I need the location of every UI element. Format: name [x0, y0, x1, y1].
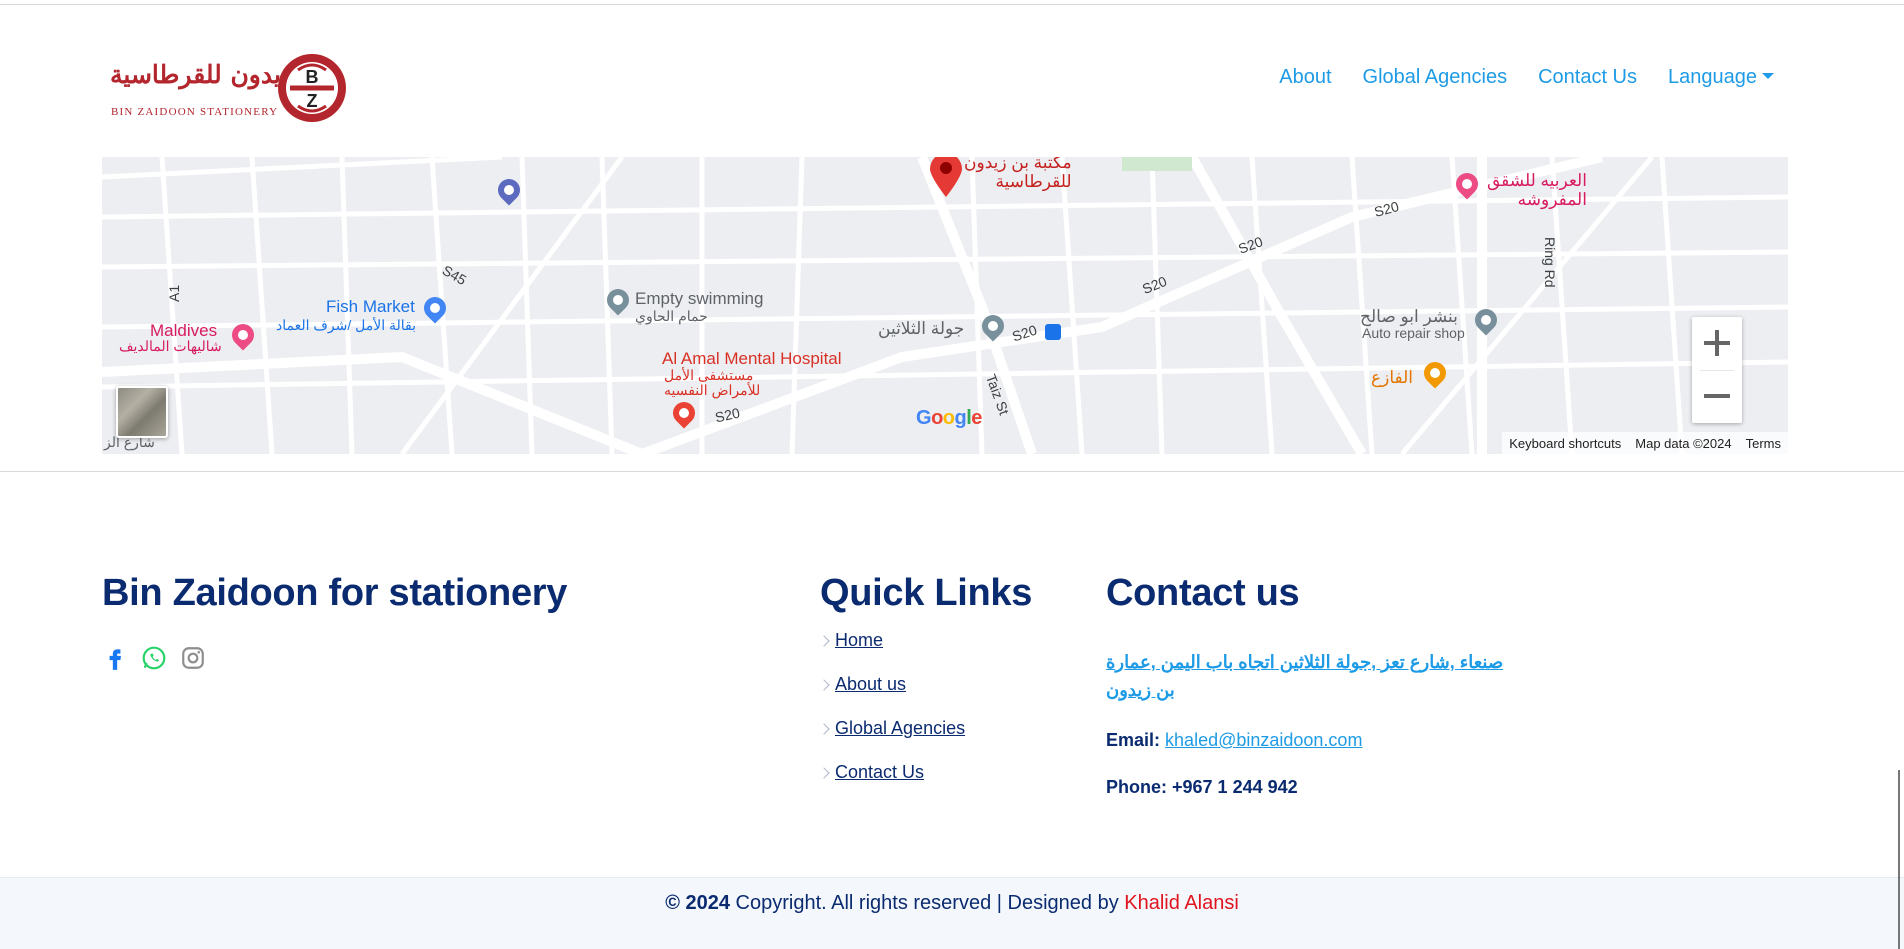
chevron-right-icon — [818, 723, 830, 735]
map-label-maldives-ar: شاليهات المالديف — [119, 338, 222, 354]
map-label-hammam: حمام الحاوي — [635, 308, 708, 324]
list-item: Contact Us — [818, 762, 965, 806]
phone-number: +967 1 244 942 — [1172, 777, 1298, 797]
map-label-al-amal-hospital[interactable]: Al Amal Mental Hospital — [662, 349, 842, 369]
caret-down-icon — [1762, 73, 1774, 80]
logo-letter-b: B — [306, 67, 319, 87]
quick-link-home[interactable]: Home — [835, 630, 883, 651]
map-label-empty-swimming[interactable]: Empty swimming — [635, 289, 763, 309]
site-header: بن زيدون للقرطاسية BIN ZAIDOON STATIONER… — [0, 40, 1904, 140]
logo-english-text: BIN ZAIDOON STATIONERY — [111, 106, 279, 118]
logo-emblem: B Z — [278, 54, 346, 122]
list-item: Global Agencies — [818, 718, 965, 762]
main-nav: About Global Agencies Contact Us Languag… — [1279, 66, 1774, 89]
facebook-icon[interactable] — [102, 645, 128, 671]
quick-links-title: Quick Links — [820, 572, 1033, 614]
map-keyboard-shortcuts-link[interactable]: Keyboard shortcuts — [1502, 432, 1628, 454]
copyright-text: © 2024 Copyright. All rights reserved | … — [0, 878, 1904, 928]
copyright-statement: Copyright. All rights reserved | Designe… — [735, 892, 1119, 914]
map-zoom-control — [1692, 317, 1742, 423]
map-label-store[interactable]: مكتبة بن زيدون للقرطاسية — [964, 157, 1072, 191]
social-links — [102, 645, 206, 671]
address-link[interactable]: صنعاء ,شارع تعز ,جولة الثلاثين اتجاه باب… — [1106, 648, 1526, 704]
nav-language-label: Language — [1668, 66, 1757, 88]
email-row: Email: khaled@binzaidoon.com — [1106, 730, 1526, 751]
list-item: Home — [818, 630, 965, 674]
chevron-right-icon — [818, 767, 830, 779]
google-logo: Google — [916, 407, 982, 429]
quick-link-contact-us[interactable]: Contact Us — [835, 762, 924, 783]
map-label-fish-market[interactable]: Fish Market — [326, 297, 415, 317]
email-label: Email: — [1106, 730, 1161, 750]
map-attribution-bar: Keyboard shortcuts Map data ©2024 Terms — [1502, 432, 1788, 454]
logo[interactable]: بن زيدون للقرطاسية BIN ZAIDOON STATIONER… — [108, 50, 348, 128]
top-divider — [0, 4, 1904, 5]
bus-stop-icon[interactable] — [1045, 324, 1061, 340]
map-terms-link[interactable]: Terms — [1739, 432, 1788, 454]
nav-contact-us[interactable]: Contact Us — [1538, 66, 1637, 89]
whatsapp-icon[interactable] — [141, 645, 167, 671]
map-label-thalatheen[interactable]: جولة الثلاثين — [878, 319, 964, 339]
logo-letter-z: Z — [307, 91, 318, 111]
plus-icon-vertical — [1715, 330, 1719, 356]
zoom-in-button[interactable] — [1692, 317, 1742, 370]
quick-link-about-us[interactable]: About us — [835, 674, 906, 695]
map-label-baqala: بقالة الأمل /شرف العماد — [276, 317, 417, 333]
road-label-a1: A1 — [166, 284, 182, 302]
nav-language-dropdown[interactable]: Language — [1668, 66, 1774, 89]
list-item: About us — [818, 674, 965, 718]
chevron-right-icon — [818, 635, 830, 647]
phone-label: Phone: — [1106, 777, 1167, 797]
contact-title: Contact us — [1106, 572, 1300, 614]
nav-about[interactable]: About — [1279, 66, 1331, 89]
map-data-attribution: Map data ©2024 — [1635, 436, 1732, 451]
address-line-2: بن زيدون — [1106, 680, 1175, 700]
satellite-view-toggle[interactable] — [116, 386, 168, 438]
zoom-out-button[interactable] — [1692, 370, 1742, 423]
minus-icon — [1704, 394, 1730, 398]
nav-global-agencies[interactable]: Global Agencies — [1363, 66, 1508, 89]
road-label-ring-rd: Ring Rd — [1542, 237, 1558, 288]
quick-links-list: Home About us Global Agencies Contact Us — [818, 630, 965, 806]
store-location-pin-icon[interactable] — [928, 157, 964, 197]
map-label-alfazia[interactable]: الفازع — [1371, 368, 1413, 388]
instagram-icon[interactable] — [180, 645, 206, 671]
copyright-year: © 2024 — [665, 892, 730, 914]
phone-row: Phone: +967 1 244 942 — [1106, 777, 1526, 798]
page-scrollbar[interactable] — [1898, 770, 1900, 949]
map-label-auto-repair[interactable]: Auto repair shop — [1362, 325, 1465, 341]
footer-brand-title: Bin Zaidoon for stationery — [102, 572, 568, 614]
copyright-bar: © 2024 Copyright. All rights reserved | … — [0, 877, 1904, 949]
email-link[interactable]: khaled@binzaidoon.com — [1165, 730, 1362, 750]
quick-link-global-agencies[interactable]: Global Agencies — [835, 718, 965, 739]
map-label-auto-repair-ar: بنشر ابو صالح — [1360, 307, 1458, 326]
map-label-arabiya-apartments[interactable]: العربيه للشقق المفروشه — [1487, 171, 1587, 209]
address-line-1: صنعاء ,شارع تعز ,جولة الثلاثين اتجاه باب… — [1106, 652, 1504, 672]
chevron-right-icon — [818, 679, 830, 691]
contact-details: صنعاء ,شارع تعز ,جولة الثلاثين اتجاه باب… — [1106, 648, 1526, 798]
designer-name[interactable]: Khalid Alansi — [1124, 892, 1239, 914]
section-divider — [0, 471, 1904, 472]
map-label-al-amal-ar2: للأمراض النفسيه — [664, 382, 761, 398]
map-embed[interactable]: مكتبة بن زيدون للقرطاسية العربيه للشقق الم… — [102, 157, 1788, 454]
